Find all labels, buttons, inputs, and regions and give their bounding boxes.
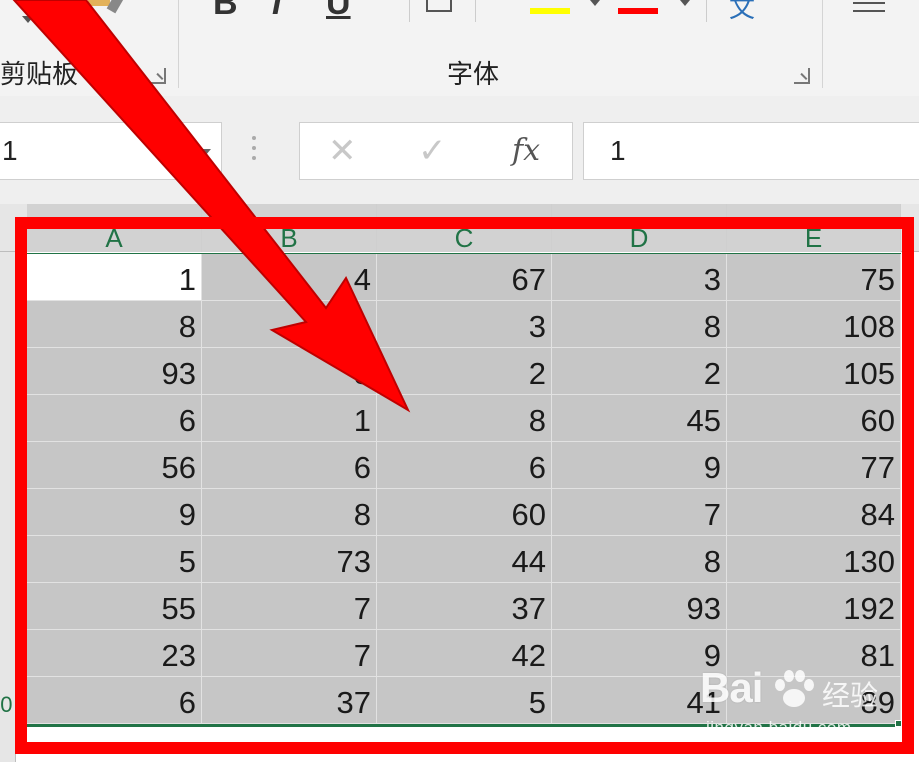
cell-a5[interactable]: 56 [27,442,202,489]
cell-b5[interactable]: 6 [202,442,377,489]
cell-c6[interactable]: 60 [377,489,552,536]
cell-d1[interactable]: 3 [552,254,727,301]
formula-buttons: ✕ ✓ fx [299,122,573,180]
ribbon-separator [178,0,179,88]
formula-value: 1 [610,135,626,166]
insert-function-button[interactable]: fx [512,133,540,168]
ribbon: 剪贴板 B I U 文 字体 [0,0,919,96]
column-header-e[interactable]: E [727,204,901,252]
name-box-value: 1 [2,135,18,166]
clipboard-dialog-launcher-icon[interactable] [150,68,166,84]
cell-e2[interactable]: 108 [727,301,901,348]
cell-b3[interactable]: 8 [202,348,377,395]
cell-e5[interactable]: 77 [727,442,901,489]
cell-a7[interactable]: 5 [27,536,202,583]
ribbon-divider [475,0,476,22]
cell-c1[interactable]: 67 [377,254,552,301]
paw-icon [775,670,814,707]
watermark-brand: 经验 [822,679,879,712]
cell-a3[interactable]: 93 [27,348,202,395]
underline-button[interactable]: U [326,0,351,23]
ribbon-divider [409,0,410,22]
font-dialog-launcher-icon[interactable] [794,68,810,84]
cell-e6[interactable]: 84 [727,489,901,536]
clipboard-group-label: 剪贴板 [0,60,79,90]
cell-e7[interactable]: 130 [727,536,901,583]
watermark-url: jingyan.baidu.com [706,718,852,737]
cell-c3[interactable]: 2 [377,348,552,395]
column-header-d[interactable]: D [552,204,727,252]
row-header-strip: 10 [0,252,16,762]
watermark: Bai 经验 jingyan.baidu.com [700,664,905,744]
column-header-row: A B C D E [0,204,919,252]
cell-d8[interactable]: 93 [552,583,727,630]
cell-e4[interactable]: 60 [727,395,901,442]
cell-b2[interactable] [202,301,377,348]
cell-c5[interactable]: 6 [377,442,552,489]
cell-b10[interactable]: 37 [202,677,377,724]
formula-input[interactable]: 1 [583,122,919,180]
cell-c7[interactable]: 44 [377,536,552,583]
watermark-logo: Bai [700,664,763,711]
cell-d4[interactable]: 45 [552,395,727,442]
row-header-10[interactable]: 10 [0,692,12,718]
chevron-down-icon[interactable] [199,149,211,156]
cell-e3[interactable]: 105 [727,348,901,395]
cell-b6[interactable]: 8 [202,489,377,536]
bold-button[interactable]: B [213,0,238,23]
name-box[interactable]: 1 [0,122,222,180]
cell-c4[interactable]: 8 [377,395,552,442]
cell-b1[interactable]: 4 [202,254,377,301]
column-header-c[interactable]: C [377,204,552,252]
cell-d6[interactable]: 7 [552,489,727,536]
cell-c2[interactable]: 3 [377,301,552,348]
cell-a8[interactable]: 55 [27,583,202,630]
cell-c10[interactable]: 5 [377,677,552,724]
paste-dropdown-caret[interactable] [22,16,34,23]
formula-bar: 1 ✕ ✓ fx 1 [0,96,919,204]
cell-a9[interactable]: 23 [27,630,202,677]
format-painter-icon[interactable] [84,0,124,20]
font-color-caret[interactable] [680,0,690,6]
highlight-caret[interactable] [590,0,600,6]
cell-c8[interactable]: 37 [377,583,552,630]
cell-d7[interactable]: 8 [552,536,727,583]
formula-bar-grip-icon[interactable] [252,136,258,166]
cell-a6[interactable]: 9 [27,489,202,536]
cell-a2[interactable]: 8 [27,301,202,348]
cell-e8[interactable]: 192 [727,583,901,630]
cell-b9[interactable]: 7 [202,630,377,677]
cell-b7[interactable]: 73 [202,536,377,583]
font-group-label: 字体 [447,60,500,90]
column-header-a[interactable]: A [27,204,202,252]
cancel-icon[interactable]: ✕ [328,131,357,171]
cell-a10[interactable]: 6 [27,677,202,724]
phonetic-guide-icon[interactable]: 文 [729,0,755,25]
column-header-b[interactable]: B [202,204,377,252]
cell-a4[interactable]: 6 [27,395,202,442]
ribbon-separator [822,0,823,88]
cell-b8[interactable]: 7 [202,583,377,630]
border-icon[interactable] [426,0,452,12]
cell-c9[interactable]: 42 [377,630,552,677]
font-color-icon[interactable] [618,8,658,14]
cell-a1[interactable]: 1 [27,254,202,301]
cell-d5[interactable]: 9 [552,442,727,489]
align-icon[interactable] [853,2,885,12]
cell-d3[interactable]: 2 [552,348,727,395]
cell-e1[interactable]: 75 [727,254,901,301]
highlight-color-icon[interactable] [530,8,570,14]
italic-button[interactable]: I [272,0,281,23]
cell-d2[interactable]: 8 [552,301,727,348]
cell-b4[interactable]: 1 [202,395,377,442]
check-icon[interactable]: ✓ [418,131,447,171]
ribbon-divider [706,0,707,22]
